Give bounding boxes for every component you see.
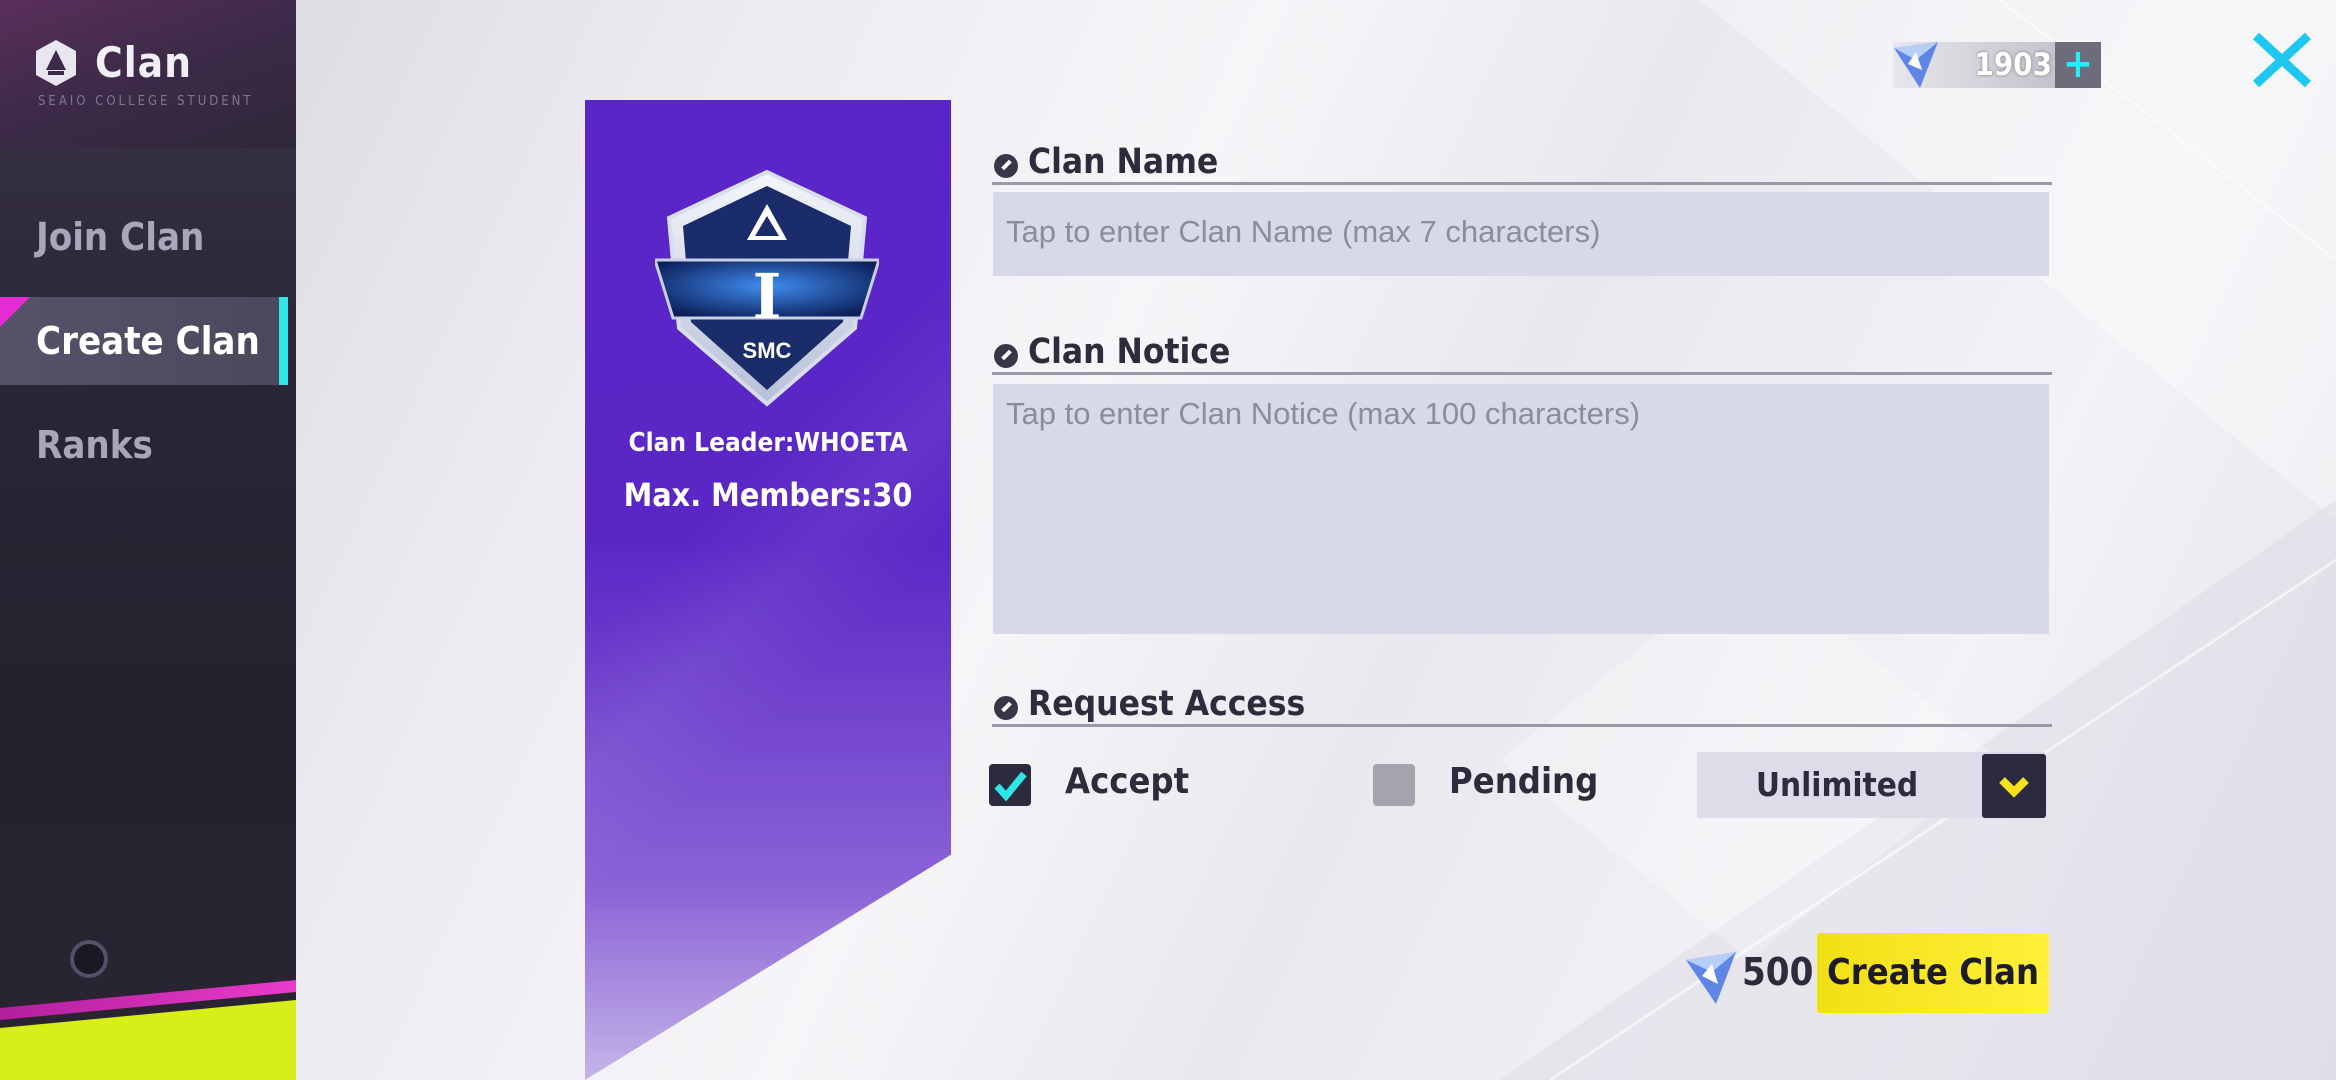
clan-name-label: Clan Name (1028, 142, 1219, 182)
create-clan-button[interactable]: Create Clan (1817, 933, 2049, 1013)
pencil-dot-icon (994, 344, 1018, 368)
sidebar-title: Clan (95, 38, 193, 87)
clan-notice-section: Clan Notice (992, 332, 2052, 375)
clan-notice-placeholder: Tap to enter Clan Notice (max 100 charac… (1006, 396, 1641, 431)
close-icon[interactable] (2250, 30, 2314, 90)
accept-label: Accept (1065, 761, 1190, 802)
sidebar: Clan SEAIO COLLEGE STUDENT Join Clan Cre… (0, 0, 296, 1080)
check-icon (994, 771, 1027, 802)
request-access-section: Request Access (992, 684, 2052, 727)
dropdown-toggle-button[interactable] (1982, 754, 2046, 818)
create-cost-value: 500 (1742, 950, 1814, 994)
clan-leader-text: Clan Leader:WHOETA (628, 428, 908, 458)
sidebar-item-join-clan[interactable]: Join Clan (0, 193, 288, 281)
pending-checkbox[interactable] (1373, 764, 1415, 806)
clan-notice-label: Clan Notice (1028, 332, 1231, 372)
sidebar-ring-decoration (70, 940, 108, 978)
currency-amount: 1903 (1974, 47, 2052, 83)
gem-icon (1894, 42, 1938, 88)
request-access-label: Request Access (1028, 684, 1306, 724)
sidebar-subtitle: SEAIO COLLEGE STUDENT (38, 94, 254, 109)
clan-name-section: Clan Name (992, 142, 2052, 185)
gem-icon (1686, 952, 1736, 1004)
emblem-tag: SMC (743, 338, 792, 363)
pencil-dot-icon (994, 696, 1018, 720)
emblem-letter: I (752, 260, 781, 333)
access-limit-value: Unlimited (1755, 765, 1919, 804)
pencil-dot-icon (994, 154, 1018, 178)
add-currency-button[interactable]: + (2055, 42, 2101, 88)
clan-logo-icon (36, 40, 76, 86)
sidebar-item-create-clan[interactable]: Create Clan (0, 297, 288, 385)
sidebar-item-ranks[interactable]: Ranks (0, 401, 288, 489)
clan-name-placeholder: Tap to enter Clan Name (max 7 characters… (1006, 214, 1601, 249)
max-members-text: Max. Members:30 (623, 476, 913, 514)
clan-name-input[interactable]: Tap to enter Clan Name (max 7 characters… (993, 192, 2049, 276)
pending-label: Pending (1449, 761, 1599, 802)
accept-checkbox[interactable] (989, 764, 1031, 806)
chevron-down-icon (1999, 777, 2029, 798)
clan-emblem-icon: I SMC (655, 169, 879, 407)
clan-notice-input[interactable]: Tap to enter Clan Notice (max 100 charac… (993, 384, 2049, 634)
